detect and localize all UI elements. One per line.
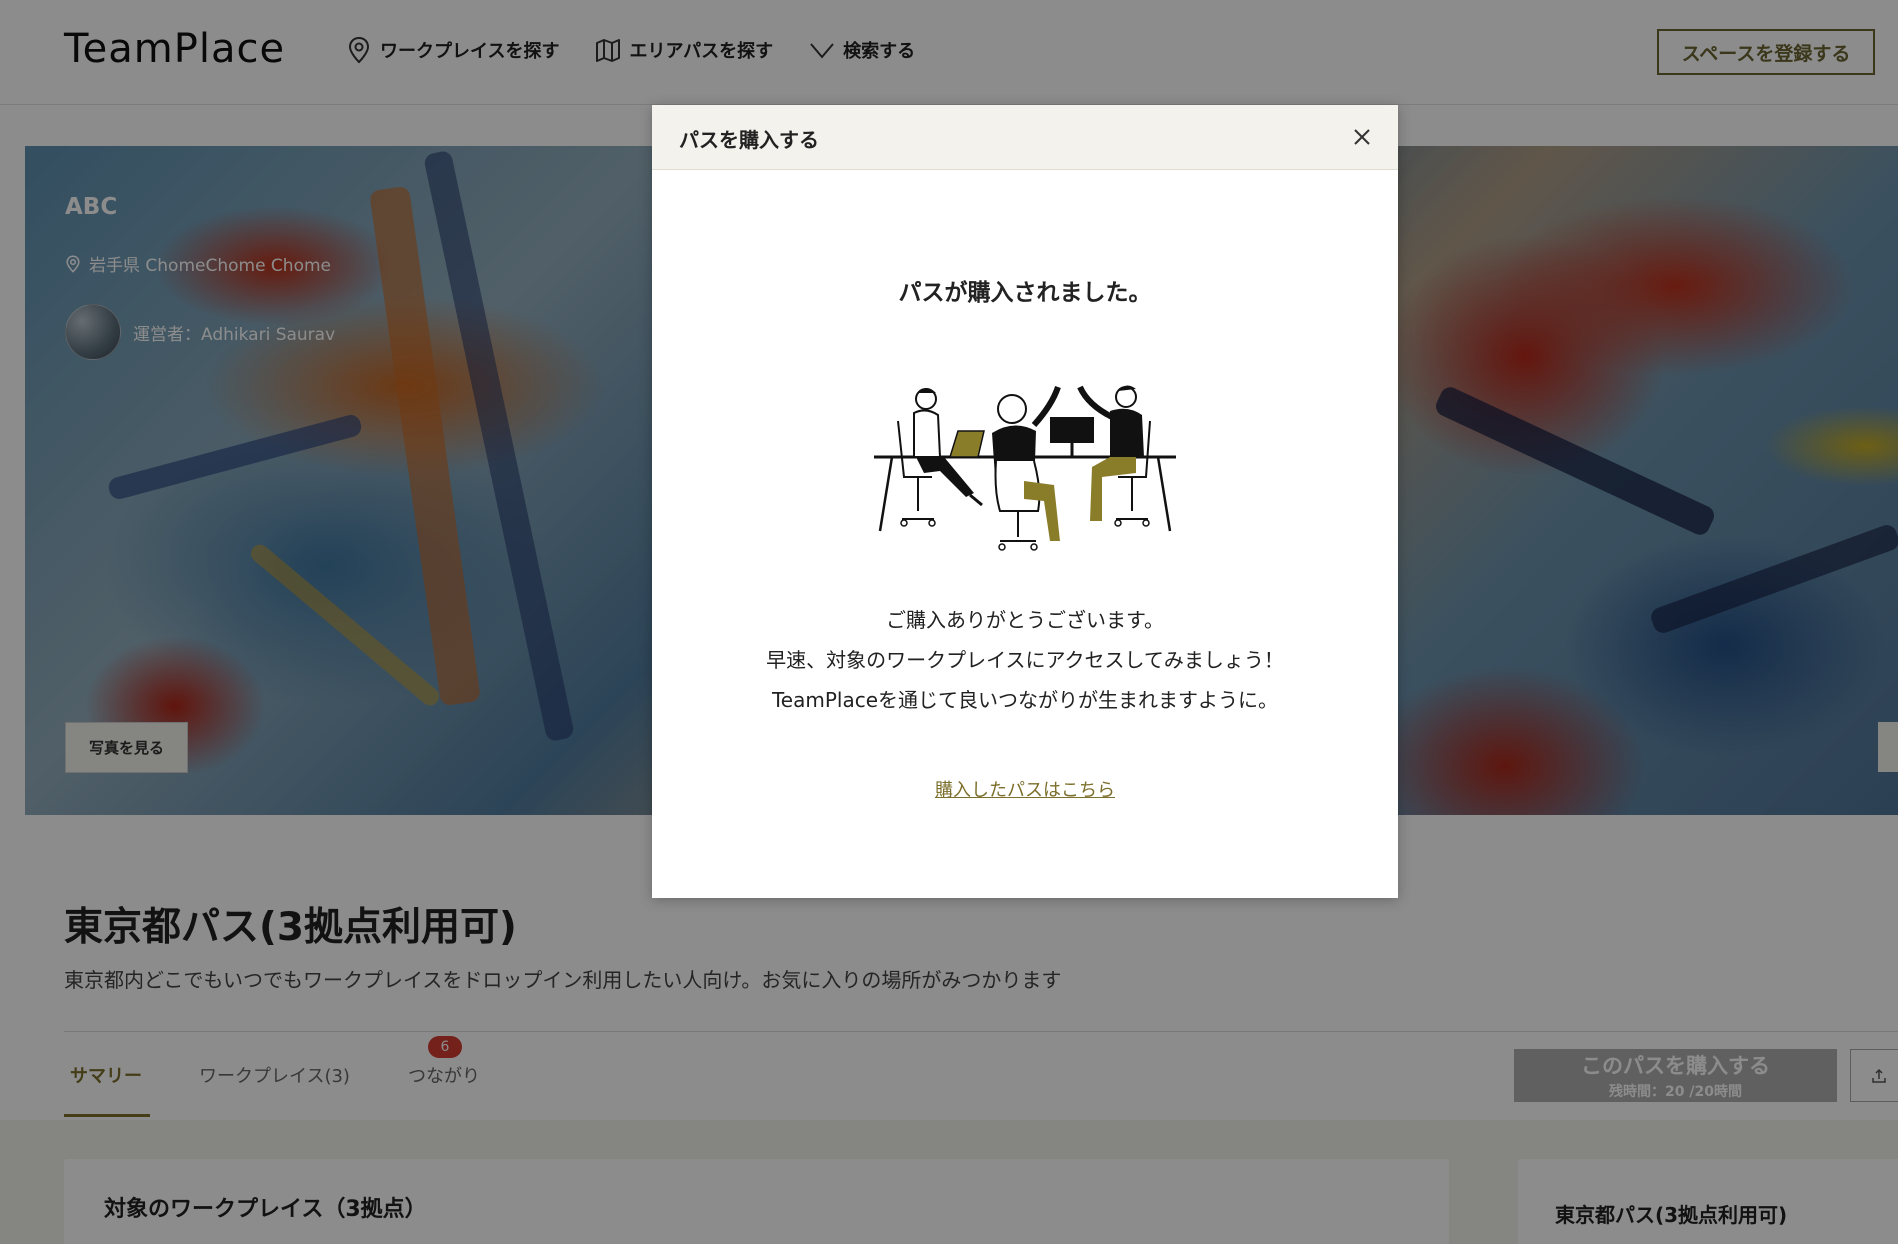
purchased-pass-link[interactable]: 購入したパスはこちら — [652, 776, 1398, 802]
message-line: TeamPlaceを通じて良いつながりが生まれますように。 — [771, 688, 1279, 712]
message-line: 早速、対象のワークプレイスにアクセスしてみましょう！ — [766, 648, 1284, 672]
thank-you-message: ご購入ありがとうございます。 早速、対象のワークプレイスにアクセスしてみましょう… — [652, 600, 1398, 720]
purchase-complete-heading: パスが購入されました。 — [898, 280, 1152, 306]
purchase-complete-modal: パスを購入する パスが購入されました。 ご購入ありがとうございます。 早速、対象… — [652, 105, 1398, 898]
close-icon[interactable] — [1350, 125, 1374, 149]
team-high-five-illustration — [874, 385, 1176, 551]
message-line: ご購入ありがとうございます。 — [886, 608, 1164, 632]
modal-title: パスを購入する — [679, 128, 819, 152]
modal-header: パスを購入する — [652, 105, 1398, 170]
